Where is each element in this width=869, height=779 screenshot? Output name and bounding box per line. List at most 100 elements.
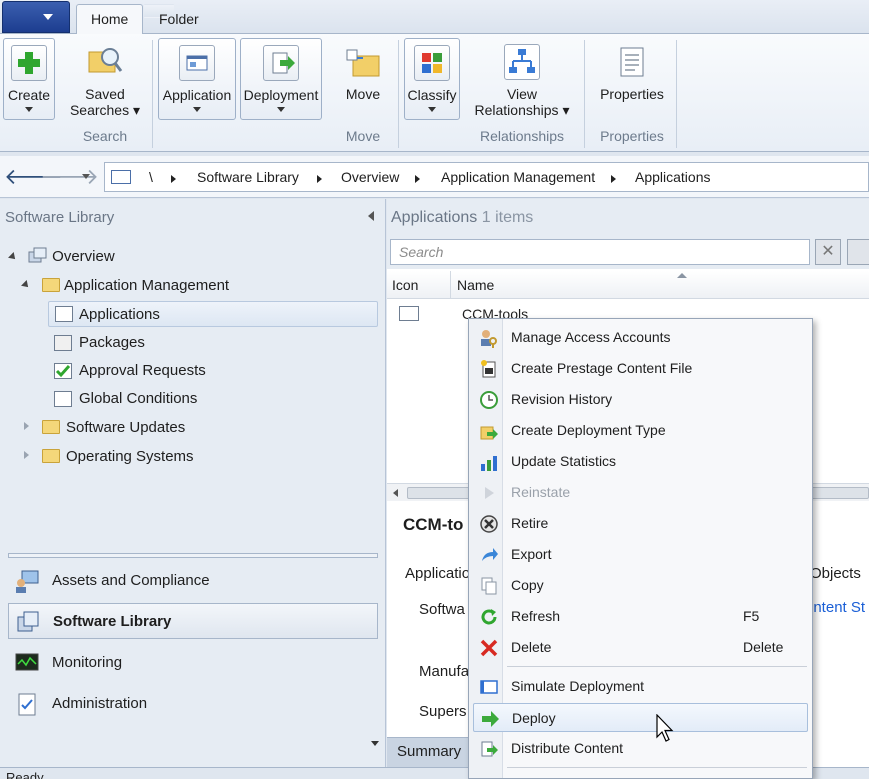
statistics-icon [481, 456, 497, 471]
folder-icon [42, 420, 60, 434]
breadcrumb-application-management[interactable]: Application Management [441, 169, 595, 185]
move-label: Move [345, 86, 381, 102]
menu-item-label: Distribute Content [511, 740, 624, 756]
menu-item-create-deployment-type[interactable]: Create Deployment Type [473, 416, 808, 445]
tree-item-software-updates[interactable]: Software Updates [66, 415, 185, 441]
menu-item-create-prestage-content-file[interactable]: Create Prestage Content File [473, 354, 808, 383]
details-section-objects: Objects [810, 565, 861, 582]
refresh-icon [481, 609, 497, 625]
breadcrumb-separator-icon[interactable] [317, 175, 322, 183]
search-row: Search ✕ [387, 235, 869, 269]
menu-item-distribute-content[interactable]: Distribute Content [473, 734, 808, 763]
search-input[interactable]: Search [390, 239, 810, 265]
tab-folder[interactable]: Folder [144, 4, 199, 27]
application-icon [55, 306, 73, 322]
back-arrow-icon[interactable]: 🡐 [4, 165, 63, 191]
tab-summary[interactable]: Summary [387, 737, 469, 767]
history-dropdown-icon[interactable] [82, 174, 90, 179]
menu-item-label: Retire [511, 515, 549, 531]
tab-home[interactable]: Home [76, 4, 144, 35]
menu-item-deploy[interactable]: Deploy [473, 703, 808, 732]
application-button[interactable]: Application [158, 38, 236, 120]
deploy-arrow-icon [482, 711, 499, 727]
history-icon [480, 391, 498, 409]
tree-item-global-conditions[interactable]: Global Conditions [79, 386, 197, 412]
workspace-assets-and-compliance[interactable]: Assets and Compliance [8, 563, 378, 599]
column-header-name[interactable]: Name [457, 277, 494, 293]
clear-search-icon[interactable]: ✕ [815, 239, 841, 265]
folder-icon [42, 449, 60, 463]
details-software-label: Softwa [419, 601, 465, 618]
forward-arrow-icon[interactable]: 🡒 [40, 165, 99, 191]
expand-arrow-icon[interactable] [21, 280, 31, 290]
group-label-move: Move [345, 128, 381, 144]
column-divider[interactable] [450, 271, 451, 299]
breadcrumb-root[interactable]: \ [149, 169, 153, 185]
move-button[interactable]: Move [332, 38, 394, 120]
breadcrumb-separator-icon[interactable] [611, 175, 616, 183]
menu-item-revision-history[interactable]: Revision History [473, 385, 808, 414]
details-title: CCM-to [403, 515, 464, 534]
tree-item-applications[interactable]: Applications [48, 301, 378, 327]
group-separator [676, 40, 677, 148]
tree-item-approval-requests[interactable]: Approval Requests [79, 358, 206, 384]
status-text: Ready [6, 770, 44, 779]
menu-item-delete[interactable]: Delete Delete [473, 633, 808, 662]
application-label: Application [162, 87, 232, 103]
tree-item-overview[interactable]: Overview [28, 244, 115, 270]
overview-icon [28, 247, 47, 263]
classify-button[interactable]: Classify [404, 38, 460, 120]
search-icon[interactable] [847, 239, 869, 265]
breadcrumb-separator-icon[interactable] [171, 175, 176, 183]
workspace-label: Software Library [53, 613, 172, 630]
collapsed-arrow-icon[interactable] [24, 422, 29, 430]
classify-label: Classify [407, 87, 457, 103]
tree-item-application-management[interactable]: Application Management [64, 273, 229, 299]
menu-item-label: Update Statistics [511, 453, 617, 469]
menu-item-reinstate[interactable]: Reinstate [473, 478, 808, 507]
saved-searches-button[interactable]: Saved Searches ▾ [66, 38, 144, 120]
application-menu-button[interactable] [2, 1, 70, 33]
menu-item-copy[interactable]: Copy [473, 571, 808, 600]
menu-item-label: Create Deployment Type [511, 422, 666, 438]
workspace-administration[interactable]: Administration [8, 686, 378, 722]
prestage-file-icon [481, 360, 496, 378]
navigation-pane: Software Library Overview Application Ma… [0, 199, 386, 767]
menu-item-export[interactable]: Export [473, 540, 808, 569]
tree-label: Applications [79, 306, 160, 323]
menu-item-retire[interactable]: Retire [473, 509, 808, 538]
menu-item-simulate-deployment[interactable]: Simulate Deployment [473, 672, 808, 701]
collapsed-arrow-icon[interactable] [24, 451, 29, 459]
workspace-splitter[interactable] [8, 553, 378, 558]
delete-icon [480, 639, 498, 657]
group-separator [398, 40, 399, 148]
configure-buttons-icon[interactable] [371, 741, 379, 746]
workspace-software-library[interactable]: Software Library [8, 603, 378, 639]
menu-item-manage-access-accounts[interactable]: Manage Access Accounts [473, 323, 808, 352]
properties-icon [614, 44, 650, 80]
context-menu: Manage Access Accounts Create Prestage C… [468, 318, 813, 779]
deployment-button[interactable]: Deployment [240, 38, 322, 120]
tree-item-packages[interactable]: Packages [79, 330, 145, 356]
content-status-link[interactable]: ontent St [805, 599, 865, 616]
view-relationships-button[interactable]: View Relationships ▾ [470, 38, 574, 120]
properties-button[interactable]: Properties [592, 38, 672, 120]
workspace-monitoring[interactable]: Monitoring [8, 645, 378, 681]
tree-item-operating-systems[interactable]: Operating Systems [66, 444, 194, 470]
menu-item-refresh[interactable]: Refresh F5 [473, 602, 808, 631]
collapse-pane-icon[interactable] [368, 211, 374, 221]
column-header-icon[interactable]: Icon [392, 277, 418, 293]
expand-arrow-icon[interactable] [8, 252, 18, 262]
breadcrumb-software-library[interactable]: Software Library [197, 169, 299, 185]
breadcrumb-applications[interactable]: Applications [635, 169, 711, 185]
address-bar[interactable]: \ Software Library Overview Application … [104, 162, 869, 192]
breadcrumb-overview[interactable]: Overview [341, 169, 399, 185]
copy-icon [481, 577, 497, 595]
create-button[interactable]: Create [3, 38, 55, 120]
details-supersedence-label: Supers [419, 703, 467, 720]
menu-item-update-statistics[interactable]: Update Statistics [473, 447, 808, 476]
export-arrow-icon [482, 548, 498, 561]
plus-icon [11, 45, 47, 81]
breadcrumb-separator-icon[interactable] [415, 175, 420, 183]
scroll-left-icon[interactable] [393, 489, 398, 497]
